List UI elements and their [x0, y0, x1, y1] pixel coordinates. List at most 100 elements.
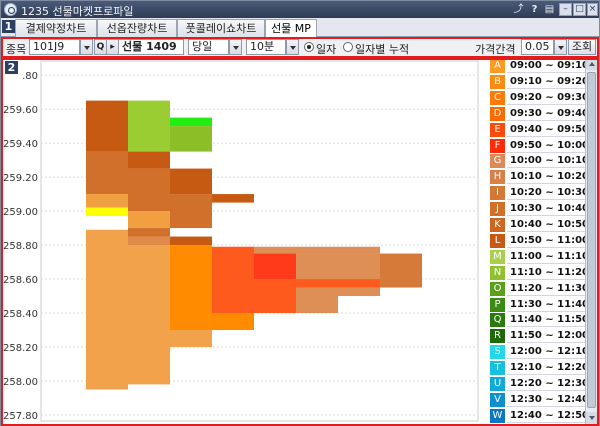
time-slot-range: 10:50 ~ 11:00 [507, 234, 589, 248]
close-icon[interactable]: × [587, 3, 598, 16]
radio-day[interactable] [304, 42, 314, 52]
time-slot-letter: H [490, 170, 505, 185]
profile-block [86, 100, 128, 152]
profile-block [296, 279, 338, 288]
time-slot-row[interactable]: J 10:30 ~ 10:40 [488, 202, 589, 217]
time-slot-row[interactable]: S 12:00 ~ 12:10 [488, 345, 589, 360]
y-tick-label: .80 [22, 71, 38, 82]
time-slot-row[interactable]: L 10:50 ~ 11:00 [488, 233, 589, 248]
day-select[interactable]: 당일 [188, 39, 229, 55]
time-slot-row[interactable]: A 09:00 ~ 09:10 [488, 59, 589, 73]
profile-block [254, 253, 296, 280]
time-slot-range: 09:00 ~ 09:10 [507, 59, 589, 73]
time-slot-range: 12:20 ~ 12:30 [507, 377, 589, 391]
time-slot-row[interactable]: K 10:40 ~ 10:50 [488, 218, 589, 232]
profile-block [128, 151, 170, 169]
time-slot-row[interactable]: W 12:40 ~ 12:50 [488, 408, 589, 423]
scroll-down-icon[interactable] [586, 412, 598, 424]
time-slot-row[interactable]: R 11:50 ~ 12:00 [488, 329, 589, 344]
time-slot-letter: M [490, 249, 505, 264]
time-slot-range: 12:10 ~ 12:20 [507, 361, 589, 376]
interval-select[interactable]: 10분 [246, 39, 286, 55]
time-slot-letter: E [490, 122, 505, 137]
interval-select-dropdown[interactable] [286, 39, 299, 55]
tab-label: 결제약정차트 [25, 22, 87, 35]
time-slot-row[interactable]: V 12:30 ~ 12:40 [488, 392, 589, 407]
time-slot-letter: V [490, 392, 505, 407]
pin-icon[interactable]: ⤴ [512, 3, 525, 16]
profile-block [254, 246, 296, 254]
time-slot-row[interactable]: D 09:30 ~ 09:40 [488, 106, 589, 121]
time-slot-row[interactable]: G 10:00 ~ 10:10 [488, 154, 589, 169]
time-slot-row[interactable]: I 10:20 ~ 10:30 [488, 186, 589, 201]
profile-block [338, 287, 380, 297]
price-step-select[interactable]: 0.05 [521, 39, 554, 55]
profile-block [86, 207, 128, 217]
profile-block [212, 194, 254, 203]
y-tick-label: 258.00 [3, 377, 38, 388]
profile-block [254, 279, 296, 314]
scroll-up-icon[interactable] [586, 58, 598, 70]
time-slot-range: 11:10 ~ 11:20 [507, 266, 589, 280]
time-slot-letter: A [490, 59, 505, 73]
time-slot-range: 09:20 ~ 09:30 [507, 91, 589, 105]
time-slot-range: 11:50 ~ 12:00 [507, 329, 589, 344]
day-select-dropdown[interactable] [229, 39, 242, 55]
tab-option-remaining-chart[interactable]: 선옵잔량차트 [97, 19, 177, 37]
profile-block [170, 245, 212, 331]
profile-block [170, 330, 212, 348]
time-slot-row[interactable]: T 12:10 ~ 12:20 [488, 361, 589, 376]
time-slot-row[interactable]: N 11:10 ~ 11:20 [488, 265, 589, 280]
vertical-scrollbar[interactable] [585, 58, 598, 424]
item-code-input[interactable]: 101J9 [29, 39, 80, 55]
minimize-icon[interactable]: – [559, 3, 572, 16]
time-slot-range: 10:20 ~ 10:30 [507, 186, 589, 201]
y-tick-label: 259.60 [3, 105, 38, 116]
section-marker-2: 2 [5, 61, 18, 74]
scroll-thumb[interactable] [587, 72, 596, 408]
price-step-dropdown[interactable] [554, 39, 567, 55]
query-button[interactable]: 조회 [568, 39, 596, 55]
market-profile-chart: .80 259.60 259.40 259.20 259.00 258.80 258.60 2… [1, 58, 487, 426]
profile-block [338, 246, 380, 254]
tab-put-call-ratio-chart[interactable]: 풋콜레이쇼차트 [177, 19, 265, 37]
profile-panel: .80 259.60 259.40 259.20 259.00 258.80 258.60 2… [1, 58, 599, 426]
radio-cumulative[interactable] [343, 42, 353, 52]
time-slot-range: 12:30 ~ 12:40 [507, 393, 589, 407]
time-slot-row[interactable]: U 12:20 ~ 12:30 [488, 377, 589, 391]
menu-icon[interactable]: ▤ [543, 3, 556, 16]
time-slot-row[interactable]: O 11:20 ~ 11:30 [488, 281, 589, 296]
time-slot-row[interactable]: F 09:50 ~ 10:00 [488, 138, 589, 153]
profile-block [380, 253, 422, 288]
profile-block [296, 246, 338, 254]
time-slot-letter: C [490, 90, 505, 105]
time-slot-letter: K [490, 218, 505, 232]
time-slot-range: 09:50 ~ 10:00 [507, 139, 589, 153]
radio-day-label: 일자 [316, 43, 337, 56]
time-slot-letter: T [490, 361, 505, 376]
item-code-dropdown[interactable] [80, 39, 93, 55]
tab-futures-mp[interactable]: 선물 MP [265, 19, 317, 37]
profile-block [338, 253, 380, 280]
title-bar: 1235 선물마켓프로파일 ⤴ ? ▤ – □ × [1, 1, 599, 18]
y-tick-label: 257.80 [3, 411, 38, 422]
time-slot-range: 12:40 ~ 12:50 [507, 409, 589, 423]
tab-bar: 결제약정차트 선옵잔량차트 풋콜레이쇼차트 선물 MP [1, 18, 599, 37]
profile-block [128, 100, 170, 152]
time-slot-row[interactable]: M 11:00 ~ 11:10 [488, 249, 589, 264]
time-slot-range: 11:00 ~ 11:10 [507, 250, 589, 264]
time-slot-row[interactable]: E 09:40 ~ 09:50 [488, 122, 589, 137]
time-slot-row[interactable]: H 10:10 ~ 10:20 [488, 170, 589, 185]
time-slot-row[interactable]: B 09:10 ~ 09:20 [488, 74, 589, 89]
time-slot-row[interactable]: Q 11:40 ~ 11:50 [488, 313, 589, 328]
help-icon[interactable]: ? [528, 3, 541, 16]
time-slot-row[interactable]: C 09:20 ~ 09:30 [488, 90, 589, 105]
time-slot-range: 10:00 ~ 10:10 [507, 154, 589, 169]
section-marker-1: 1 [2, 20, 15, 33]
maximize-icon[interactable]: □ [573, 3, 586, 16]
time-slot-range: 12:00 ~ 12:10 [507, 345, 589, 360]
y-tick-label: 258.40 [3, 309, 38, 320]
time-slot-row[interactable]: P 11:30 ~ 11:40 [488, 297, 589, 312]
profile-block [212, 313, 254, 331]
tab-settlement-chart[interactable]: 결제약정차트 [15, 19, 97, 37]
